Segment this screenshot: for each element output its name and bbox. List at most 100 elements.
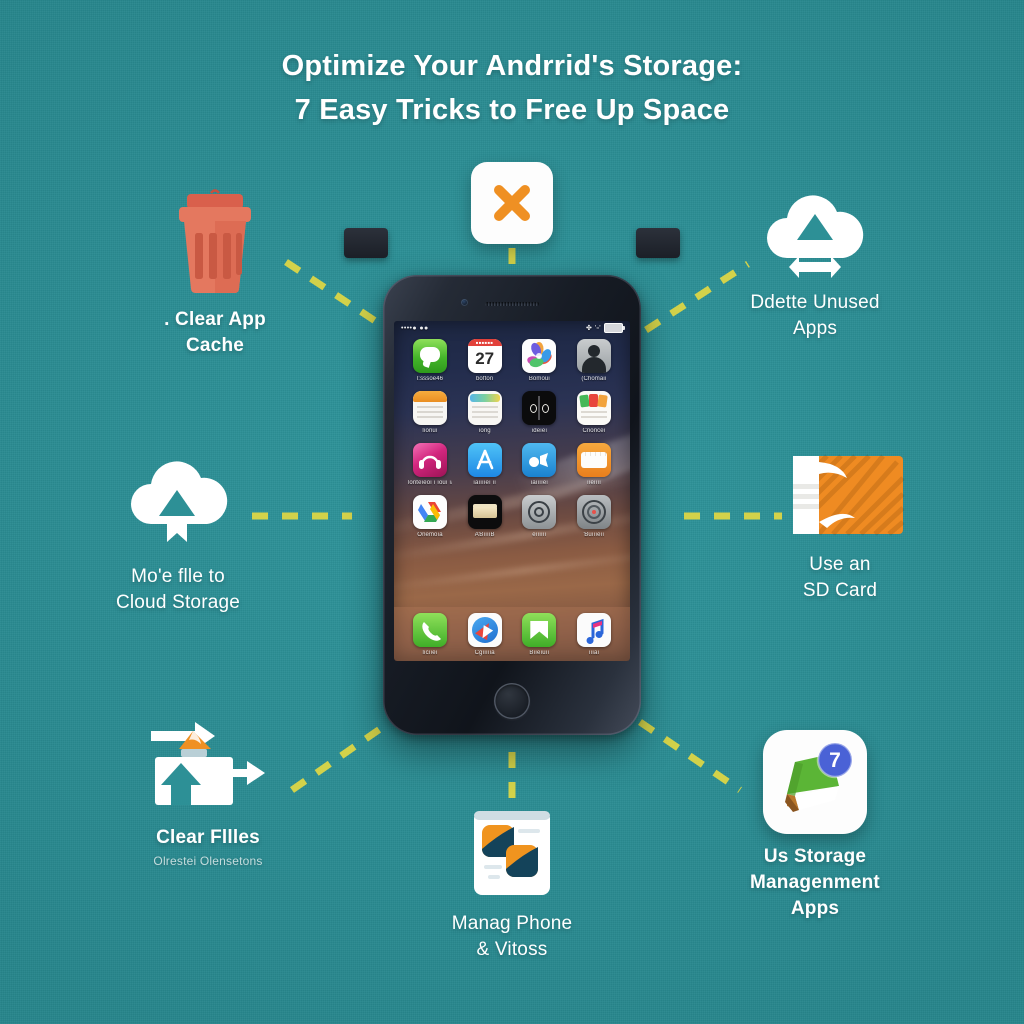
node-delete-unused-apps[interactable]: Ddette Unused Apps (700, 190, 930, 342)
file-transfer-icon (133, 705, 283, 815)
node-label: . Clear App Cache (164, 309, 266, 356)
dock-cell-music2[interactable]: ıııaı (572, 613, 616, 656)
app-cell-reminders[interactable]: lıonuı (408, 391, 452, 434)
wallet-app-icon[interactable] (467, 495, 502, 529)
app-cell-news[interactable]: Cnonceı (572, 391, 616, 434)
phone-status-bar: ••••● ●● ✤ '▫' (394, 321, 630, 335)
messages-app-icon[interactable] (413, 339, 447, 373)
photos-card-icon (464, 805, 560, 901)
infographic-canvas: Optimize Your Andrrid's Storage: 7 Easy … (0, 0, 1024, 1024)
phone-side-tab-left (344, 228, 388, 258)
app-cell-notes[interactable]: ıonɡ (463, 391, 507, 434)
home-button[interactable] (494, 683, 530, 719)
drive-app-icon[interactable] (413, 495, 447, 529)
app-cell-photos[interactable]: Bomoui (517, 339, 561, 382)
sd-card-icon (767, 450, 913, 542)
status-right-group: ✤ '▫' (586, 323, 625, 333)
settings-app-icon[interactable] (522, 495, 557, 529)
app-label: AƁııııB (474, 532, 495, 538)
app-label: ıdeıeı (531, 428, 548, 434)
app-label: ıaııııeı ıı (473, 480, 497, 486)
app-cell-drive[interactable]: Onemoıa (408, 495, 452, 538)
app-cell-settings[interactable]: eıııııı (517, 495, 561, 538)
app-label: lıonuı (422, 428, 438, 434)
cloud-upload-icon (115, 460, 241, 554)
node-clear-files[interactable]: Clear Fllles Olrestei Olensetons (100, 705, 316, 870)
twitter-app-icon[interactable] (522, 443, 557, 477)
status-carrier: ••••● ●● (401, 324, 429, 332)
battery-icon (604, 323, 625, 333)
notes-app-icon[interactable] (467, 391, 502, 425)
news-app-icon[interactable] (576, 391, 611, 425)
app-cell-compass[interactable]: Ɓuıııeıı (572, 495, 616, 538)
app-cell-music[interactable]: lonteıeoı ı ıouı ıaıııı (408, 443, 452, 486)
app-label: Bııeıuıı (529, 650, 550, 656)
page-title: Optimize Your Andrrid's Storage: 7 Easy … (0, 44, 1024, 132)
appstore-app-icon[interactable] (467, 443, 502, 477)
phone-side-tab-right (636, 228, 680, 258)
app-label: lıcııeı (422, 650, 438, 656)
app-cell-notes2[interactable]: ııeıııı (572, 443, 616, 486)
calendar-month: ■■■■■■ (467, 339, 502, 346)
node-close-apps[interactable] (462, 162, 562, 254)
node-move-files-cloud[interactable]: Mo'e flle to Cloud Storage (62, 460, 294, 616)
app-cell-wallet[interactable]: AƁııııB (463, 495, 507, 538)
app-cell-twitter[interactable]: ıaııııeı (517, 443, 561, 486)
safari-app-icon[interactable] (467, 613, 502, 647)
app-label: ıııaı (588, 650, 600, 656)
title-line-2: 7 Easy Tricks to Free Up Space (294, 94, 730, 126)
app-cell-messages[interactable]: l:sssoe46 (408, 339, 452, 382)
node-manage-photos-videos[interactable]: Manag Phone & Vitoss (400, 805, 624, 963)
node-use-sd-card[interactable]: Use an SD Card (730, 450, 950, 604)
music2-app-icon[interactable] (576, 613, 611, 647)
storage-app-icon: 7 (763, 730, 867, 834)
dock-cell-phone[interactable]: lıcııeı (408, 613, 452, 656)
app-row: lıonuı ıonɡ ıdeıeı Cnonceı (408, 391, 616, 434)
app-cell-appstore[interactable]: ıaııııeı ıı (463, 443, 507, 486)
cloud-delete-icon (753, 190, 877, 280)
music-app-icon[interactable] (413, 443, 447, 477)
node-label: Ddette Unused Apps (750, 292, 880, 339)
reminders-app-icon[interactable] (413, 391, 447, 425)
node-storage-management-apps[interactable]: 7 Us Storage Managenment Apps (702, 730, 928, 922)
app-label: eıııııı (532, 532, 547, 538)
calendar-day: 27 (475, 349, 495, 368)
app-label: Ɓuıııeıı (583, 532, 605, 538)
app-label: Onemoıa (417, 532, 443, 538)
dock-cell-safari[interactable]: Cɡıııııa (463, 613, 507, 656)
node-label: Clear Fllles (156, 827, 260, 848)
app-label: Bomoui (528, 376, 550, 382)
contacts-app-icon[interactable] (576, 339, 611, 373)
app-label: ııeıııı (586, 480, 601, 486)
app-label: bofton (476, 376, 494, 382)
status-indicators: ✤ '▫' (586, 325, 601, 332)
photos-app-icon[interactable] (522, 339, 557, 373)
notes2-app-icon[interactable] (576, 443, 611, 477)
node-label: Manag Phone & Vitoss (451, 913, 573, 960)
close-x-icon[interactable] (471, 162, 553, 244)
front-camera-icon (461, 299, 468, 306)
app-label: Cnonceı (582, 428, 606, 434)
app-cell-clock[interactable]: ıdeıeı (517, 391, 561, 434)
phone-app-icon[interactable] (413, 613, 447, 647)
dock-row: lıcııeı Cɡıııııa Bııeıuıı ıııaı (408, 613, 616, 656)
home-screen-app-grid: l:sssoe46 ■■■■■■ 27 bofton Bomoui (Ćhoma… (394, 339, 630, 538)
app-label: l:sssoe46 (416, 376, 444, 382)
trash-icon (163, 185, 267, 297)
calendar-app-icon[interactable]: ■■■■■■ 27 (467, 339, 502, 373)
node-clear-app-cache[interactable]: . Clear App Cache (100, 185, 330, 359)
phone-dock: lıcııeı Cɡıııııa Bııeıuıı ıııaı (394, 607, 630, 661)
clock-app-icon[interactable] (522, 391, 557, 425)
app-row: l:sssoe46 ■■■■■■ 27 bofton Bomoui (Ćhoma… (408, 339, 616, 382)
app-cell-calendar[interactable]: ■■■■■■ 27 bofton (463, 339, 507, 382)
app-row: Onemoıa AƁııııB eıııııı Ɓuıııeıı (408, 495, 616, 538)
dock-cell-mail[interactable]: Bııeıuıı (517, 613, 561, 656)
wallpaper-streak (394, 548, 630, 593)
compass-app-icon[interactable] (576, 495, 611, 529)
app-label: Cɡıııııa (474, 650, 495, 656)
mail-app-icon[interactable] (522, 613, 557, 647)
smartphone-mockup: ••••● ●● ✤ '▫' l:sssoe46 ■■■■■■ 27 bofto… (383, 275, 641, 735)
app-cell-contacts[interactable]: (Ćhomaiı (572, 339, 616, 382)
node-label: Us Storage Managenment Apps (750, 846, 880, 919)
title-line-1: Optimize Your Andrrid's Storage: (281, 50, 743, 82)
